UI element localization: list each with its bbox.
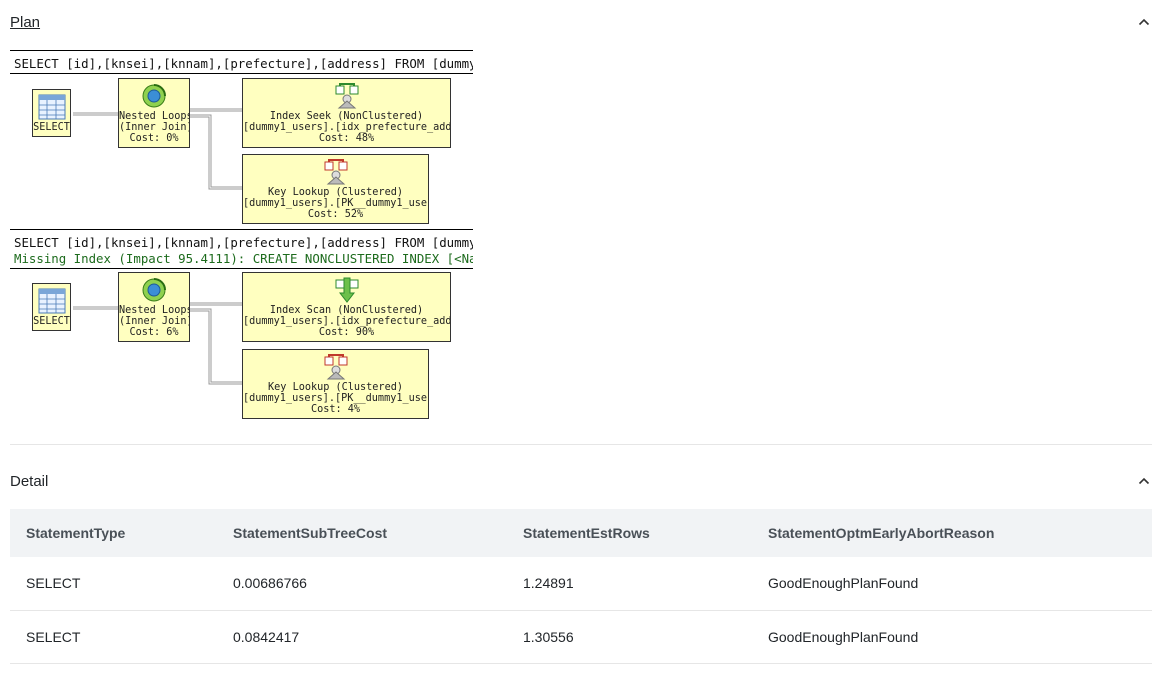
detail-section-header[interactable]: Detail bbox=[10, 469, 1152, 493]
key-lookup-operator-2[interactable]: Key Lookup (Clustered) [dummy1_users].[P… bbox=[242, 349, 429, 419]
operator-cost: Cost: 0% bbox=[129, 133, 179, 144]
nested-loops-icon bbox=[142, 84, 166, 108]
operator-cost: Cost: 90% bbox=[318, 327, 375, 338]
statement-divider bbox=[10, 73, 473, 74]
table-row: SELECT 0.00686766 1.24891 GoodEnoughPlan… bbox=[10, 557, 1152, 611]
operator-object: [dummy1_users].[PK__dummy1_users] bbox=[243, 198, 429, 209]
operator-label: Key Lookup (Clustered) bbox=[268, 187, 403, 198]
table-cell: 0.0842417 bbox=[217, 610, 507, 664]
select-operator-2[interactable]: SELECT bbox=[32, 283, 71, 331]
operator-object: [dummy1_users].[idx_prefecture_addr… bbox=[243, 122, 451, 133]
operator-cost: Cost: 48% bbox=[318, 133, 375, 144]
key-lookup-operator-1[interactable]: Key Lookup (Clustered) [dummy1_users].[P… bbox=[242, 154, 429, 224]
nested-loops-operator-1[interactable]: Nested Loops (Inner Join) Cost: 0% bbox=[118, 78, 190, 148]
operator-object: [dummy1_users].[PK__dummy1_users] bbox=[243, 393, 429, 404]
index-seek-icon bbox=[335, 83, 358, 109]
table-row: SELECT 0.0842417 1.30556 GoodEnoughPlanF… bbox=[10, 610, 1152, 664]
table-header-row: StatementType StatementSubTreeCost State… bbox=[10, 509, 1152, 557]
chevron-up-icon[interactable] bbox=[1136, 473, 1152, 489]
index-scan-icon bbox=[335, 277, 358, 303]
operator-sublabel: (Inner Join) bbox=[119, 122, 190, 133]
table-cell: SELECT bbox=[10, 557, 217, 611]
column-header[interactable]: StatementOptmEarlyAbortReason bbox=[752, 509, 1152, 557]
table-cell: 0.00686766 bbox=[217, 557, 507, 611]
operator-cost: Cost: 52% bbox=[307, 209, 364, 220]
section-divider bbox=[10, 444, 1152, 445]
statement-sql-1[interactable]: SELECT [id],[knsei],[knnam],[prefecture]… bbox=[10, 56, 473, 72]
operator-label: SELECT bbox=[33, 122, 70, 133]
column-header[interactable]: StatementSubTreeCost bbox=[217, 509, 507, 557]
table-cell: 1.24891 bbox=[507, 557, 752, 611]
index-seek-operator-1[interactable]: Index Seek (NonClustered) [dummy1_users]… bbox=[242, 78, 451, 148]
operator-label: SELECT bbox=[33, 316, 70, 327]
detail-table: StatementType StatementSubTreeCost State… bbox=[10, 509, 1152, 664]
detail-title: Detail bbox=[10, 472, 49, 490]
index-scan-operator-2[interactable]: Index Scan (NonClustered) [dummy1_users]… bbox=[242, 272, 451, 342]
key-lookup-icon bbox=[324, 159, 347, 185]
table-cell: GoodEnoughPlanFound bbox=[752, 610, 1152, 664]
plan-title[interactable]: Plan bbox=[10, 14, 40, 31]
nested-loops-icon bbox=[142, 278, 166, 302]
table-cell: SELECT bbox=[10, 610, 217, 664]
operator-label: Nested Loops bbox=[119, 305, 190, 316]
operator-label: Index Seek (NonClustered) bbox=[269, 111, 424, 122]
chevron-up-icon[interactable] bbox=[1136, 14, 1152, 30]
table-cell: 1.30556 bbox=[507, 610, 752, 664]
column-header[interactable]: StatementEstRows bbox=[507, 509, 752, 557]
table-icon bbox=[38, 94, 65, 120]
operator-label: Index Scan (NonClustered) bbox=[269, 305, 424, 316]
statement-divider bbox=[10, 50, 473, 51]
operator-label: Key Lookup (Clustered) bbox=[268, 382, 403, 393]
missing-index-hint[interactable]: Missing Index (Impact 95.4111): CREATE N… bbox=[10, 251, 473, 267]
table-icon bbox=[38, 288, 65, 314]
statement-divider bbox=[10, 229, 473, 230]
column-header[interactable]: StatementType bbox=[10, 509, 217, 557]
operator-object: [dummy1_users].[idx_prefecture_addr… bbox=[243, 316, 451, 327]
select-operator-1[interactable]: SELECT bbox=[32, 89, 71, 137]
operator-sublabel: (Inner Join) bbox=[119, 316, 190, 327]
operator-cost: Cost: 4% bbox=[310, 404, 361, 415]
operator-cost: Cost: 6% bbox=[129, 327, 179, 338]
key-lookup-icon bbox=[324, 354, 347, 380]
nested-loops-operator-2[interactable]: Nested Loops (Inner Join) Cost: 6% bbox=[118, 272, 190, 342]
statement-divider bbox=[10, 268, 473, 269]
execution-plan: SELECT [id],[knsei],[knnam],[prefecture]… bbox=[10, 50, 475, 425]
operator-label: Nested Loops bbox=[119, 111, 190, 122]
table-cell: GoodEnoughPlanFound bbox=[752, 557, 1152, 611]
plan-section-header[interactable]: Plan bbox=[10, 10, 1152, 34]
statement-sql-2[interactable]: SELECT [id],[knsei],[knnam],[prefecture]… bbox=[10, 235, 473, 251]
